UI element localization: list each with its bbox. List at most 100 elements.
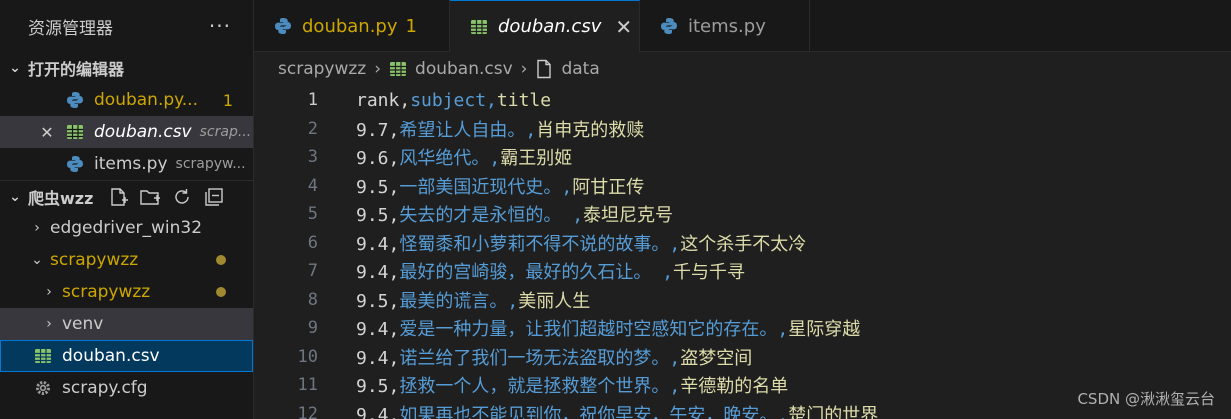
open-editor-douban-csv[interactable]: ✕ douban.csv scrap...	[0, 116, 253, 148]
tree-item-label: scrapywzz	[62, 282, 151, 302]
refresh-icon[interactable]	[171, 186, 193, 208]
tab-label: douban.py	[302, 15, 398, 37]
open-editor-path: scrap...	[199, 124, 252, 140]
close-icon[interactable]: ✕	[38, 123, 56, 142]
csv-file-icon	[34, 347, 52, 365]
tree-file-scrapy-cfg[interactable]: scrapy.cfg	[0, 372, 253, 404]
open-editors-section[interactable]: ⌄ 打开的编辑器	[0, 52, 253, 84]
tab-items-py[interactable]: items.py	[640, 0, 810, 52]
csv-col-3: 楚门的世界	[788, 404, 879, 419]
close-tab-icon[interactable]: ✕	[615, 15, 632, 39]
gear-icon	[34, 379, 52, 397]
csv-col-1: 9.5,	[356, 376, 400, 398]
open-editor-items-py[interactable]: items.py scrapyw...	[0, 148, 253, 180]
modified-dot	[216, 287, 226, 297]
python-file-icon	[66, 155, 84, 173]
line-number: 4	[307, 175, 318, 196]
tab-label: douban.csv	[498, 16, 602, 37]
open-editor-filename: douban.csv	[94, 122, 192, 142]
csv-col-3: 阿甘正传	[572, 176, 645, 198]
tree-item-label: scrapywzz	[50, 250, 139, 270]
new-folder-icon[interactable]	[139, 186, 161, 208]
csv-col-1: 9.4,	[356, 347, 400, 369]
csv-col-1: 9.5,	[356, 176, 400, 198]
tab-douban-py[interactable]: douban.py 1	[254, 0, 450, 52]
workspace-section[interactable]: ⌄ 爬虫wzz	[0, 180, 253, 212]
explorer-title: 资源管理器	[28, 18, 113, 39]
csv-col-3: 辛德勒的名单	[680, 376, 789, 398]
line-number: 8	[307, 289, 318, 310]
csv-file-icon	[66, 123, 84, 141]
problem-count-badge: 1	[405, 15, 417, 37]
csv-col-1: 9.4,	[356, 262, 400, 284]
csv-file-icon	[389, 60, 407, 78]
code-line: 1 rank,subject,title	[254, 86, 1231, 115]
csv-col-2: 怪蜀黍和小萝莉不得不说的故事。,	[399, 233, 681, 255]
csv-col-2: 最美的谎言。,	[399, 290, 519, 312]
tree-folder-scrapywzz[interactable]: ⌄ scrapywzz	[0, 244, 253, 276]
chevron-right-icon: ›	[46, 284, 52, 300]
problem-count-badge: 1	[222, 90, 233, 110]
line-number: 9	[307, 318, 318, 339]
code-line: 5 9.5,失去的才是永恒的。 ,泰坦尼克号	[254, 200, 1231, 229]
tree-folder-scrapywzz-inner[interactable]: › scrapywzz	[0, 276, 253, 308]
tab-douban-csv[interactable]: douban.csv ✕	[450, 0, 640, 52]
tree-item-label: douban.csv	[62, 346, 160, 366]
open-editor-filename: items.py	[94, 154, 168, 174]
tree-folder-venv[interactable]: › venv	[0, 308, 253, 340]
csv-col-1: 9.5,	[356, 290, 400, 312]
code-line: 10 9.4,诺兰给了我们一场无法盗取的梦。,盗梦空间	[254, 343, 1231, 372]
line-number: 6	[307, 232, 318, 253]
csv-col-2: 诺兰给了我们一场无法盗取的梦。,	[399, 347, 681, 369]
chevron-right-icon: ›	[520, 59, 528, 79]
csv-col-2: 失去的才是永恒的。 ,	[399, 205, 584, 227]
code-line: 9 9.4,爱是一种力量，让我们超越时空感知它的存在。,星际穿越	[254, 314, 1231, 343]
file-icon	[535, 59, 553, 79]
csv-file-icon	[470, 18, 488, 36]
line-content: 9.4,如果再也不能见到你，祝你早安，午安，晚安。,楚门的世界	[318, 401, 878, 419]
tree-item-label: venv	[62, 314, 104, 334]
line-number: 7	[307, 261, 318, 282]
collapse-all-icon[interactable]	[203, 186, 225, 208]
csv-col-3: 盗梦空间	[680, 347, 753, 369]
open-editor-douban-py[interactable]: douban.py... 1	[0, 84, 253, 116]
new-file-icon[interactable]	[107, 186, 129, 208]
more-actions-icon[interactable]: ···	[209, 14, 231, 38]
open-editor-filename: douban.py...	[94, 90, 198, 110]
watermark: CSDN @湫湫玺云台	[1077, 390, 1215, 408]
modified-dot	[216, 255, 226, 265]
open-editor-path: scrapyw...	[175, 156, 246, 172]
line-content: 9.6,风华绝代。,霸王别姬	[318, 144, 572, 170]
breadcrumb-symbol[interactable]: data	[561, 59, 599, 79]
line-number: 3	[307, 147, 318, 168]
csv-col-1: rank,	[356, 89, 411, 111]
chevron-right-icon: ›	[34, 220, 40, 236]
chevron-right-icon: ›	[46, 316, 52, 332]
workspace-actions	[107, 186, 225, 208]
csv-col-1: 9.7,	[356, 119, 400, 141]
python-file-icon	[660, 17, 678, 35]
line-content: 9.4,最好的宫崎骏，最好的久石让。 ,千与千寻	[318, 258, 745, 284]
code-editor[interactable]: 1 rank,subject,title 2 9.7,希望让人自由。,肖申克的救赎 …	[254, 86, 1231, 419]
csv-col-2: 最好的宫崎骏，最好的久石让。 ,	[399, 262, 674, 284]
line-number: 11	[297, 375, 318, 396]
tab-label: items.py	[688, 15, 766, 37]
breadcrumb-folder[interactable]: scrapywzz	[278, 59, 366, 79]
chevron-down-icon: ⌄	[9, 60, 21, 76]
chevron-down-icon: ⌄	[31, 252, 43, 268]
tree-file-douban-csv[interactable]: douban.csv	[0, 340, 253, 372]
python-file-icon	[66, 91, 84, 109]
breadcrumb-file[interactable]: douban.csv	[415, 59, 513, 79]
line-number: 5	[307, 204, 318, 225]
csv-col-1: 9.5,	[356, 205, 400, 227]
chevron-down-icon: ⌄	[9, 188, 21, 205]
csv-col-3: 星际穿越	[788, 319, 861, 341]
csv-col-2: subject,	[410, 89, 497, 111]
code-line: 8 9.5,最美的谎言。,美丽人生	[254, 286, 1231, 315]
tree-folder-edgedriver[interactable]: › edgedriver_win32	[0, 212, 253, 244]
line-number: 2	[307, 118, 318, 139]
csv-col-2: 拯救一个人，就是拯救整个世界。,	[399, 376, 681, 398]
csv-col-3: 霸王别姬	[500, 148, 573, 170]
csv-col-3: 泰坦尼克号	[583, 205, 674, 227]
csv-col-3: 肖申克的救赎	[536, 119, 645, 141]
